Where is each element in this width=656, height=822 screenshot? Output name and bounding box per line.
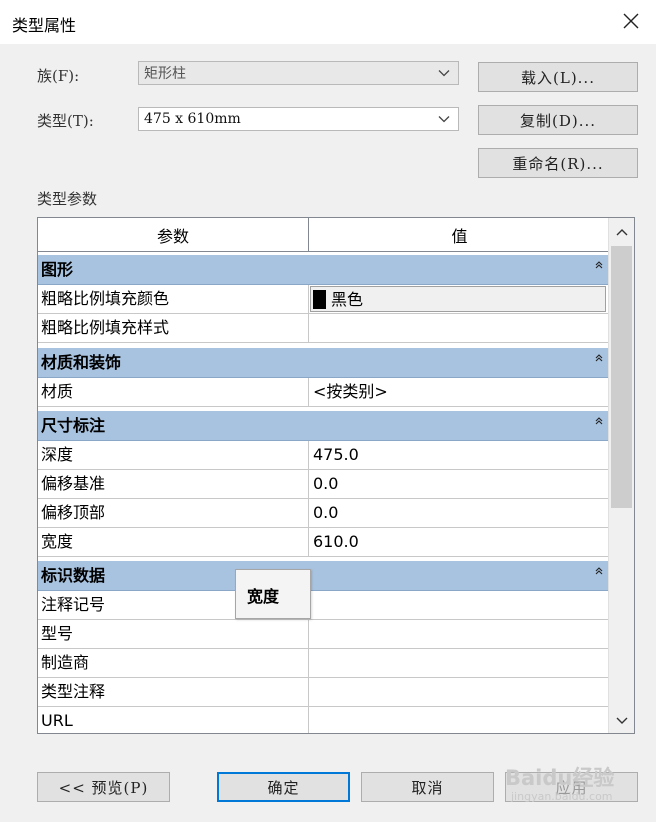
param-value[interactable]: 475.0: [310, 441, 612, 469]
type-label: 类型(T):: [37, 112, 94, 130]
param-value[interactable]: <按类别>: [310, 378, 612, 406]
table-row[interactable]: 粗略比例填充颜色 黑色: [38, 285, 609, 314]
param-value[interactable]: 610.0: [310, 528, 612, 556]
color-swatch: [313, 290, 326, 309]
param-value[interactable]: [310, 649, 612, 677]
group-identity-data[interactable]: 标识数据: [38, 561, 609, 591]
table-row[interactable]: 偏移顶部 0.0: [38, 499, 609, 528]
chevron-down-icon: [438, 70, 450, 77]
scroll-down-button[interactable]: [609, 707, 634, 733]
column-header-parameter[interactable]: 参数: [38, 218, 309, 251]
group-name: 标识数据: [41, 566, 106, 585]
param-name: URL: [38, 707, 309, 733]
group-materials[interactable]: 材质和装饰: [38, 348, 609, 378]
table-row[interactable]: URL: [38, 707, 612, 733]
collapse-icon[interactable]: [595, 567, 603, 575]
param-value-color[interactable]: 黑色: [310, 286, 606, 312]
grid-scrollbar[interactable]: [608, 218, 634, 733]
param-name: 偏移顶部: [38, 499, 309, 527]
type-parameters-grid: 参数 值 图形 粗略比例填充颜色 黑色 粗略比例填充样式 材质和装饰 材质 <按…: [37, 217, 635, 734]
param-name: 型号: [38, 620, 309, 648]
param-name: 宽度: [38, 528, 309, 556]
cancel-button[interactable]: 取消: [361, 772, 494, 802]
param-value: 黑色: [331, 290, 364, 309]
param-value[interactable]: 0.0: [310, 499, 612, 527]
rename-button[interactable]: 重命名(R)...: [478, 148, 638, 178]
param-value[interactable]: [310, 707, 612, 733]
table-row[interactable]: 制造商: [38, 649, 609, 678]
param-value[interactable]: 0.0: [310, 470, 612, 498]
collapse-icon[interactable]: [595, 354, 603, 362]
family-value: 矩形柱: [144, 66, 186, 82]
table-row[interactable]: 深度 475.0: [38, 441, 609, 470]
group-dimensions[interactable]: 尺寸标注: [38, 411, 609, 441]
family-label: 族(F):: [37, 67, 80, 85]
table-row[interactable]: 材质 <按类别>: [38, 378, 609, 407]
type-select[interactable]: 475 x 610mm: [138, 107, 459, 131]
window-title: 类型属性: [12, 16, 77, 35]
ok-button[interactable]: 确定: [217, 772, 350, 802]
group-name: 图形: [41, 260, 74, 279]
watermark-main: Baidu经验: [505, 766, 615, 790]
title-bar: 类型属性: [0, 0, 656, 44]
grid-header: 参数 值: [38, 218, 609, 252]
chevron-up-icon: [616, 229, 628, 236]
table-row[interactable]: 宽度 610.0: [38, 528, 609, 557]
type-value: 475 x 610mm: [144, 111, 241, 127]
table-row[interactable]: 注释记号: [38, 591, 609, 620]
chevron-down-icon: [616, 717, 628, 724]
table-row[interactable]: 粗略比例填充样式: [38, 314, 609, 343]
chevron-down-icon: [438, 116, 450, 123]
group-graphics[interactable]: 图形: [38, 255, 609, 285]
param-name: 偏移基准: [38, 470, 309, 498]
param-value[interactable]: [310, 678, 612, 706]
close-icon: [623, 13, 639, 29]
scroll-thumb[interactable]: [611, 246, 632, 508]
param-name: 类型注释: [38, 678, 309, 706]
param-value[interactable]: [310, 620, 612, 648]
param-value[interactable]: [310, 591, 612, 619]
table-row[interactable]: 类型注释: [38, 678, 609, 707]
collapse-icon[interactable]: [595, 417, 603, 425]
param-value[interactable]: [310, 314, 612, 342]
group-name: 材质和装饰: [41, 353, 122, 372]
param-name: 粗略比例填充样式: [38, 314, 309, 342]
collapse-icon[interactable]: [595, 261, 603, 269]
watermark: Baidu经验 jingyan.baidu.com: [505, 762, 614, 803]
param-name: 制造商: [38, 649, 309, 677]
watermark-sub: jingyan.baidu.com: [511, 790, 613, 803]
scroll-up-button[interactable]: [609, 220, 634, 246]
table-row[interactable]: 型号: [38, 620, 609, 649]
group-name: 尺寸标注: [41, 416, 106, 435]
param-name: 粗略比例填充颜色: [38, 285, 309, 313]
load-button[interactable]: 载入(L)...: [478, 62, 638, 92]
column-header-value[interactable]: 值: [310, 218, 609, 251]
close-button[interactable]: [616, 6, 646, 36]
param-name: 材质: [38, 378, 309, 406]
tooltip: 宽度: [235, 569, 311, 619]
param-name: 深度: [38, 441, 309, 469]
preview-button[interactable]: << 预览(P): [37, 772, 170, 802]
table-row[interactable]: 偏移基准 0.0: [38, 470, 609, 499]
type-parameters-label: 类型参数: [37, 190, 98, 208]
duplicate-button[interactable]: 复制(D)...: [478, 105, 638, 135]
family-select[interactable]: 矩形柱: [138, 61, 459, 85]
